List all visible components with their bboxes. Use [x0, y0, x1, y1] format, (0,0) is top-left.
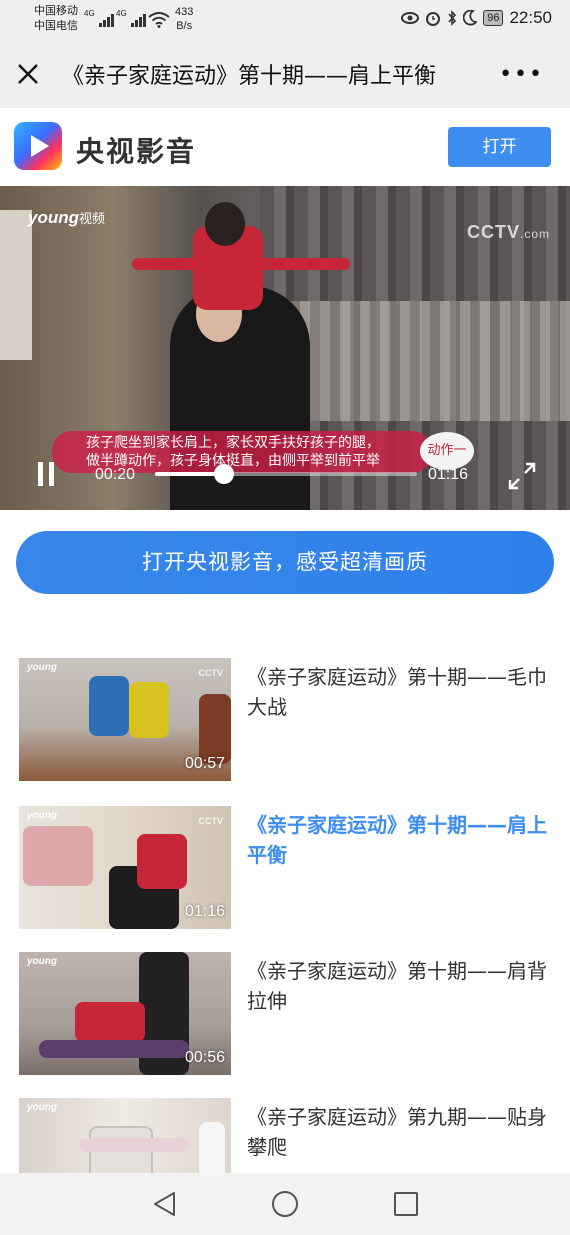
list-item[interactable]: young CCTV 01:16 《亲子家庭运动》第十期——肩上平衡 — [0, 806, 570, 930]
video-duration: 00:57 — [184, 755, 225, 772]
network-type-1: 4G — [84, 9, 95, 18]
status-bar: 中国移动 中国电信 4G 4G 433 B/s 96 22:50 — [0, 0, 570, 40]
video-thumbnail[interactable]: young CCTV 00:57 — [19, 658, 231, 781]
subtitle-line-2: 做半蹲动作，孩子身体挺直，由侧平举到前平举 — [86, 453, 380, 469]
thumbnail-watermark: young — [27, 810, 57, 821]
progress-bar[interactable] — [155, 464, 417, 484]
carrier-1: 中国移动 — [34, 5, 78, 17]
progress-handle[interactable] — [213, 464, 234, 484]
video-child-head — [205, 202, 245, 246]
video-child-arm-left — [132, 258, 202, 270]
video-title[interactable]: 《亲子家庭运动》第十期——肩上平衡 — [247, 810, 547, 870]
video-duration: 00:56 — [184, 1049, 225, 1066]
thumbnail-watermark: young — [27, 956, 57, 967]
more-options-icon[interactable]: ••• — [499, 62, 544, 87]
pause-bar-left — [38, 462, 43, 486]
subtitle-line-1: 孩子爬坐到家长肩上，家长双手扶好孩子的腿， — [86, 435, 380, 451]
close-icon[interactable] — [16, 62, 40, 86]
page-title: 《亲子家庭运动》第十期——肩上平衡 — [62, 64, 437, 89]
thumbnail-cctv-logo: CCTV — [198, 668, 224, 678]
total-time: 01:16 — [428, 466, 469, 483]
video-thumbnail[interactable]: young CCTV 01:16 — [19, 806, 231, 929]
young-logo-suffix: 视频 — [79, 211, 106, 226]
young-logo-text: young — [28, 208, 79, 227]
app-banner: 央视影音 打开 — [0, 108, 570, 186]
bluetooth-icon — [448, 10, 457, 26]
open-app-hq-button[interactable]: 打开央视影音，感受超清画质 — [16, 531, 554, 594]
video-child-arm-right — [255, 258, 350, 270]
young-watermark: young视频 — [28, 208, 105, 228]
video-title[interactable]: 《亲子家庭运动》第九期——贴身攀爬 — [247, 1102, 547, 1162]
alarm-icon — [426, 12, 441, 26]
cctv-watermark: CCTV.com — [467, 222, 550, 243]
status-right: 96 22:50 — [401, 8, 552, 28]
action-badge: 动作一 — [420, 432, 474, 470]
pause-bar-right — [49, 462, 54, 486]
system-nav-bar — [0, 1173, 570, 1235]
video-title[interactable]: 《亲子家庭运动》第十期——肩背拉伸 — [247, 956, 547, 1016]
signal-icon-2: 4G — [116, 9, 147, 28]
carrier-labels: 中国移动 中国电信 — [34, 4, 78, 34]
eye-icon — [401, 12, 420, 24]
video-wall-art — [0, 210, 32, 360]
net-speed: 433 B/s — [175, 5, 193, 33]
cctv-logo-text: CCTV — [466, 222, 520, 242]
clock: 22:50 — [509, 8, 552, 27]
thumbnail-watermark: young — [27, 662, 57, 673]
play-icon — [31, 135, 49, 157]
title-bar: 《亲子家庭运动》第十期——肩上平衡 ••• — [0, 40, 570, 108]
thumbnail-cctv-logo: CCTV — [198, 816, 224, 826]
open-app-button[interactable]: 打开 — [448, 127, 551, 167]
video-thumbnail[interactable]: young 00:56 — [19, 952, 231, 1075]
current-time: 00:20 — [95, 466, 136, 483]
pause-button[interactable] — [36, 462, 56, 486]
battery-icon: 96 — [483, 10, 504, 26]
home-icon[interactable] — [272, 1191, 298, 1217]
wifi-icon — [148, 12, 170, 28]
carrier-2: 中国电信 — [34, 20, 78, 32]
network-type-2: 4G — [116, 9, 127, 18]
video-title[interactable]: 《亲子家庭运动》第十期——毛巾大战 — [247, 662, 547, 722]
net-speed-value: 433 — [175, 6, 194, 18]
video-duration: 01:16 — [184, 903, 225, 920]
list-item[interactable]: young 00:56 《亲子家庭运动》第十期——肩背拉伸 — [0, 952, 570, 1076]
video-player[interactable]: young视频 CCTV.com 孩子爬坐到家长肩上，家长双手扶好孩子的腿， 做… — [0, 186, 570, 510]
fullscreen-icon[interactable] — [506, 460, 538, 492]
app-brand-name: 央视影音 — [76, 135, 197, 168]
recent-apps-icon[interactable] — [394, 1192, 418, 1216]
back-icon[interactable] — [150, 1189, 180, 1219]
signal-icon-1: 4G — [84, 9, 115, 28]
moon-icon — [463, 10, 478, 26]
net-speed-unit: B/s — [176, 20, 193, 32]
app-logo — [14, 122, 62, 170]
list-item[interactable]: young CCTV 00:57 《亲子家庭运动》第十期——毛巾大战 — [0, 658, 570, 782]
thumbnail-watermark: young — [27, 1102, 57, 1113]
cctv-logo-suffix: .com — [519, 227, 550, 241]
